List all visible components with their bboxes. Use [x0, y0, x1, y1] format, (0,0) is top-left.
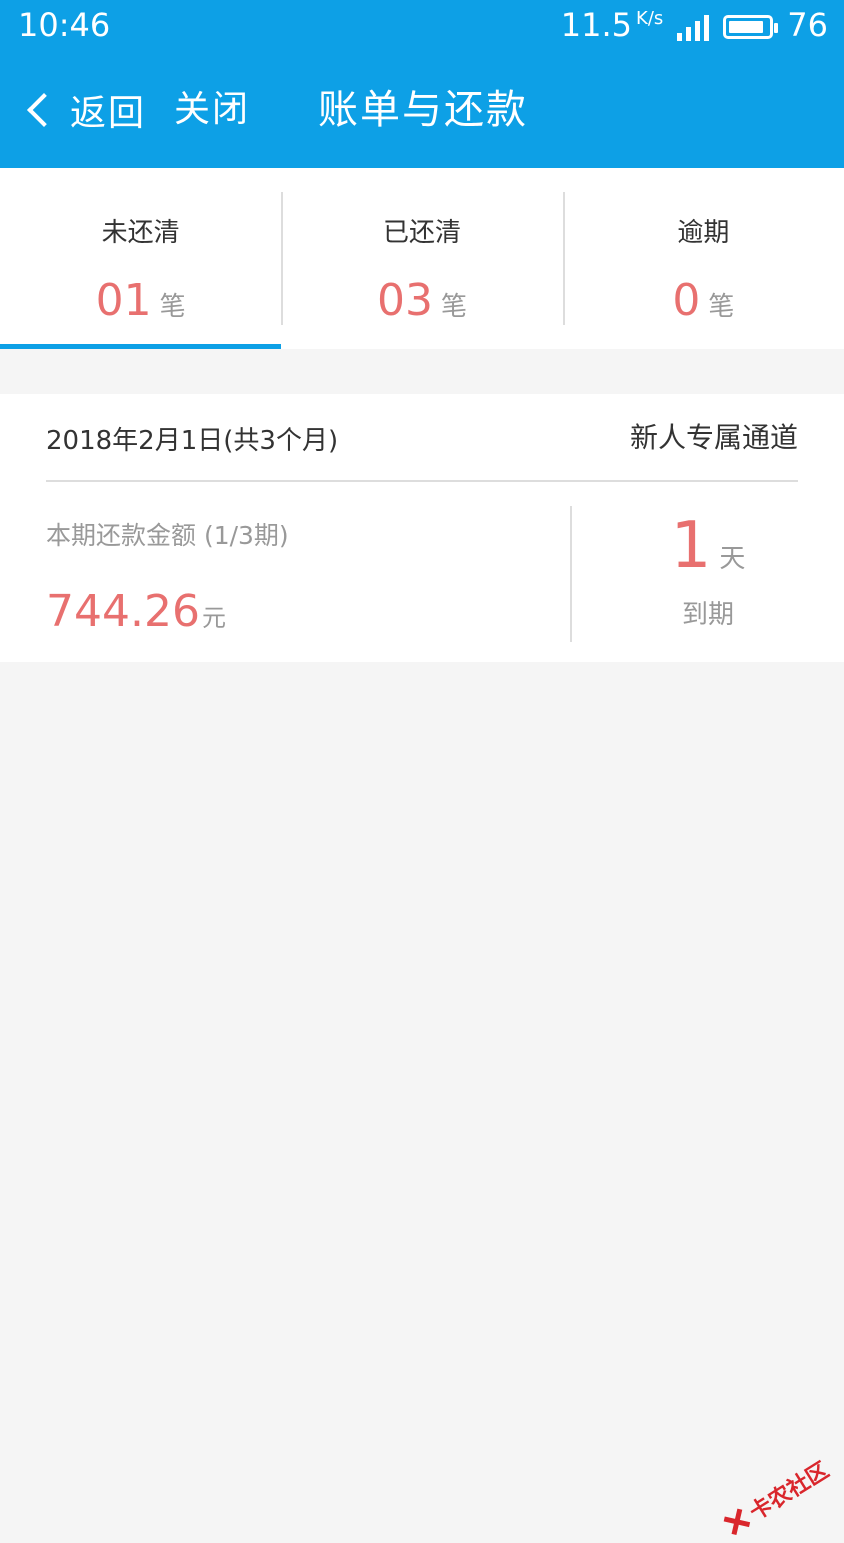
network-speed: 11.5 K/s [561, 6, 664, 44]
status-right: 11.5 K/s 76 [561, 6, 828, 44]
bill-card[interactable]: 2018年2月1日(共3个月) 新人专属通道 本期还款金额 (1/3期) 744… [0, 394, 844, 662]
status-time: 10:46 [18, 6, 111, 44]
network-speed-value: 11.5 [560, 6, 633, 44]
due-days-unit: 天 [719, 544, 746, 574]
network-speed-unit: K/s [636, 8, 664, 29]
amount-unit: 元 [201, 604, 226, 632]
nav-header: 返回 关闭 账单与还款 [0, 62, 844, 162]
tab-count-unit: 笔 [708, 292, 735, 322]
tab-count-unit: 笔 [440, 292, 467, 322]
bill-status-tabs: 未还清 01 笔 已还清 03 笔 逾期 0 笔 [0, 168, 844, 349]
status-bar: 10:46 11.5 K/s 76 [0, 0, 844, 52]
due-label: 到期 [681, 600, 734, 630]
tab-count-value: 0 [672, 275, 701, 326]
tab-unpaid[interactable]: 未还清 01 笔 [0, 168, 282, 349]
signal-icon [677, 15, 710, 41]
close-button[interactable]: 关闭 [174, 80, 250, 140]
app-header-bar: 10:46 11.5 K/s 76 返回 关闭 账单与还款 [0, 0, 844, 168]
tab-label: 已还清 [382, 218, 461, 248]
due-countdown: 1 天 到期 [572, 506, 844, 631]
amount-value: 744.26 [46, 586, 200, 637]
divider [46, 480, 798, 482]
battery-level: 76 [787, 6, 828, 44]
battery-icon [723, 15, 779, 39]
due-days-value: 1 [670, 509, 712, 583]
tab-paid[interactable]: 已还清 03 笔 [281, 168, 562, 349]
back-button[interactable]: 返回 [24, 80, 146, 140]
tab-count-value: 01 [95, 275, 152, 326]
tab-overdue[interactable]: 逾期 0 笔 [562, 168, 844, 349]
tab-count-unit: 笔 [159, 292, 186, 322]
tab-count: 01 笔 [0, 275, 281, 326]
back-label: 返回 [70, 93, 147, 134]
page-title: 账单与还款 [318, 87, 528, 133]
repayment-amount: 744.26 元 [46, 586, 226, 637]
tab-count-value: 03 [376, 275, 433, 326]
bill-date: 2018年2月1日(共3个月) [46, 426, 339, 456]
tab-count: 0 笔 [563, 275, 844, 326]
amount-label: 本期还款金额 (1/3期) [46, 521, 289, 550]
new-user-channel-link[interactable]: 新人专属通道 [630, 416, 798, 456]
watermark: 卡农社区 [717, 1453, 834, 1543]
tab-label: 未还清 [101, 218, 180, 248]
watermark-text: 卡农社区 [745, 1457, 834, 1526]
chevron-left-icon [27, 93, 61, 127]
tab-count: 03 笔 [281, 275, 562, 326]
tab-label: 逾期 [677, 218, 730, 248]
